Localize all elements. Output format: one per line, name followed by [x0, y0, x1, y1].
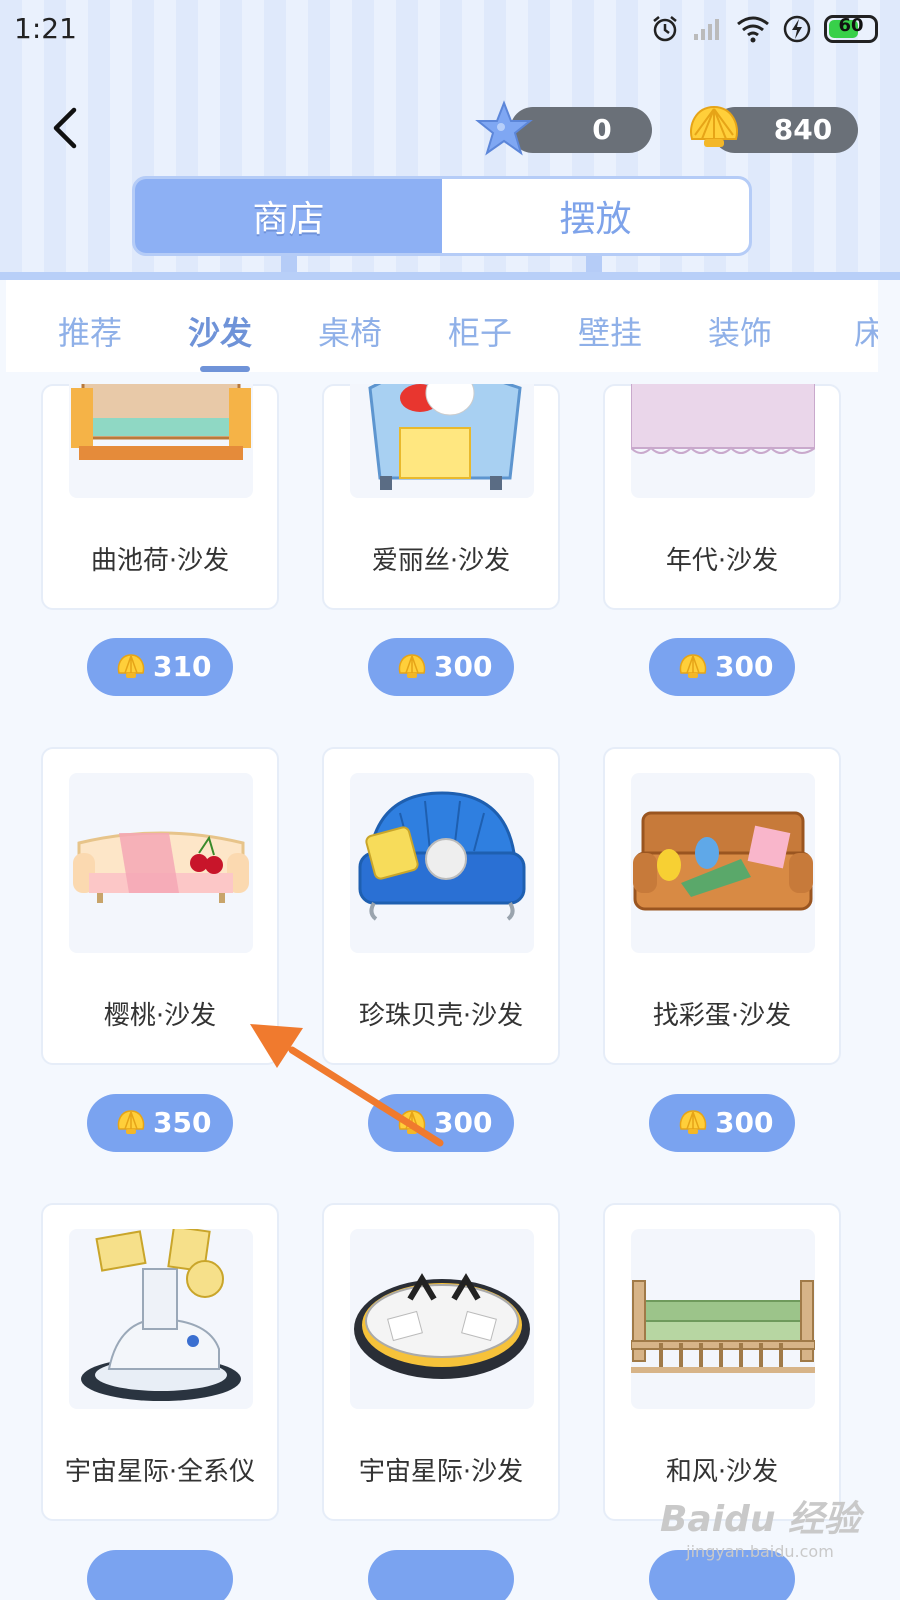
- status-icons: 60: [650, 14, 878, 44]
- sofa-image: [633, 811, 813, 911]
- status-time: 1:21: [14, 12, 77, 45]
- shell-icon: [117, 1110, 145, 1134]
- product-name: 宇宙星际·沙发: [358, 1457, 524, 1487]
- starfish-icon: [475, 100, 533, 156]
- mode-switch: 商店 摆放: [132, 176, 752, 256]
- product-image: [631, 773, 815, 953]
- product-card[interactable]: 曲池荷·沙发: [41, 384, 279, 610]
- sofa-image: [631, 1280, 815, 1373]
- battery-level: 60: [838, 15, 864, 36]
- category-tabs: 推荐 沙发 桌椅 柜子 壁挂 装饰 床: [6, 280, 878, 372]
- product-card[interactable]: 珍珠贝壳·沙发: [322, 747, 560, 1065]
- price-button[interactable]: 300: [368, 1094, 514, 1152]
- shell-icon: [679, 654, 707, 678]
- price-value: 300: [434, 650, 493, 683]
- tab-tables-chairs[interactable]: 桌椅: [318, 308, 382, 354]
- product-image: [350, 1229, 534, 1409]
- sofa-image: [631, 384, 815, 454]
- tab-sofa[interactable]: 沙发: [188, 308, 252, 354]
- tab-cabinets[interactable]: 柜子: [448, 308, 512, 354]
- header-divider: [0, 272, 900, 280]
- price-value: 310: [153, 650, 212, 683]
- product-image: [350, 384, 534, 498]
- chevron-left-icon: [53, 107, 77, 149]
- price-button[interactable]: [87, 1550, 233, 1600]
- product-image: [69, 773, 253, 953]
- charging-icon: [783, 15, 811, 43]
- shell-icon: [117, 654, 145, 678]
- product-name: 曲池荷·沙发: [90, 546, 230, 576]
- sofa-image: [73, 831, 249, 903]
- product-image: [350, 773, 534, 953]
- tab-beds[interactable]: 床: [854, 308, 878, 354]
- signal-icon: [694, 19, 719, 40]
- price-button[interactable]: 300: [649, 1094, 795, 1152]
- price-value: 350: [153, 1106, 212, 1139]
- sofa-image: [358, 791, 526, 921]
- product-card[interactable]: 找彩蛋·沙发: [603, 747, 841, 1065]
- battery-icon: 60: [824, 15, 878, 43]
- price-value: 300: [434, 1106, 493, 1139]
- shell-icon: [398, 654, 426, 678]
- shell-icon: [690, 105, 738, 147]
- price-button[interactable]: 350: [87, 1094, 233, 1152]
- price-button[interactable]: 300: [649, 638, 795, 696]
- sofa-image: [71, 384, 251, 460]
- product-image: [69, 1229, 253, 1409]
- product-grid: 曲池荷·沙发 爱丽丝·沙发 年代·沙发 310 300 300 樱桃·沙发 珍珠…: [0, 384, 900, 1600]
- star-count: 0: [592, 113, 612, 146]
- shell-count: 840: [773, 113, 833, 146]
- product-name: 和风·沙发: [665, 1457, 779, 1487]
- active-tab-indicator: [200, 366, 250, 372]
- shell-icon: [398, 1110, 426, 1134]
- tab-wall-hangings[interactable]: 壁挂: [578, 308, 642, 354]
- shell-icon: [679, 1110, 707, 1134]
- sofa-image: [368, 384, 522, 490]
- price-button[interactable]: 300: [368, 638, 514, 696]
- price-button[interactable]: 310: [87, 638, 233, 696]
- product-name: 珍珠贝壳·沙发: [358, 1001, 524, 1031]
- alarm-icon: [653, 16, 677, 42]
- status-bar: 1:21 60: [0, 0, 900, 60]
- product-card[interactable]: 宇宙星际·全系仪: [41, 1203, 279, 1521]
- product-card[interactable]: 爱丽丝·沙发: [322, 384, 560, 610]
- product-name: 樱桃·沙发: [103, 1001, 217, 1031]
- tab-recommended[interactable]: 推荐: [58, 308, 122, 354]
- product-name: 爱丽丝·沙发: [371, 546, 511, 576]
- product-name: 找彩蛋·沙发: [652, 1001, 792, 1031]
- device-image: [81, 1229, 241, 1401]
- product-name: 宇宙星际·全系仪: [64, 1457, 256, 1487]
- tab-shop[interactable]: 商店: [135, 179, 442, 253]
- shell-balance: 840: [690, 105, 858, 153]
- product-image: [631, 384, 815, 498]
- product-card[interactable]: 樱桃·沙发: [41, 747, 279, 1065]
- star-balance: 0: [475, 100, 652, 156]
- watermark-logo: Baidu 经验: [659, 1499, 860, 1540]
- product-card[interactable]: 宇宙星际·沙发: [322, 1203, 560, 1521]
- tab-decorations[interactable]: 装饰: [708, 308, 772, 354]
- product-name: 年代·沙发: [665, 546, 779, 576]
- wifi-icon: [737, 16, 769, 43]
- product-card[interactable]: 和风·沙发: [603, 1203, 841, 1521]
- product-card[interactable]: 年代·沙发: [603, 384, 841, 610]
- product-image: [631, 1229, 815, 1409]
- price-value: 300: [715, 1106, 774, 1139]
- watermark-url: jingyan.baidu.com: [686, 1542, 834, 1561]
- baidu-watermark: Baidu 经验 jingyan.baidu.com: [660, 1490, 860, 1561]
- price-button[interactable]: [368, 1550, 514, 1600]
- sofa-image: [354, 1273, 530, 1379]
- product-image: [69, 384, 253, 498]
- price-value: 300: [715, 650, 774, 683]
- back-button[interactable]: [44, 104, 92, 152]
- tab-arrange[interactable]: 摆放: [442, 179, 749, 253]
